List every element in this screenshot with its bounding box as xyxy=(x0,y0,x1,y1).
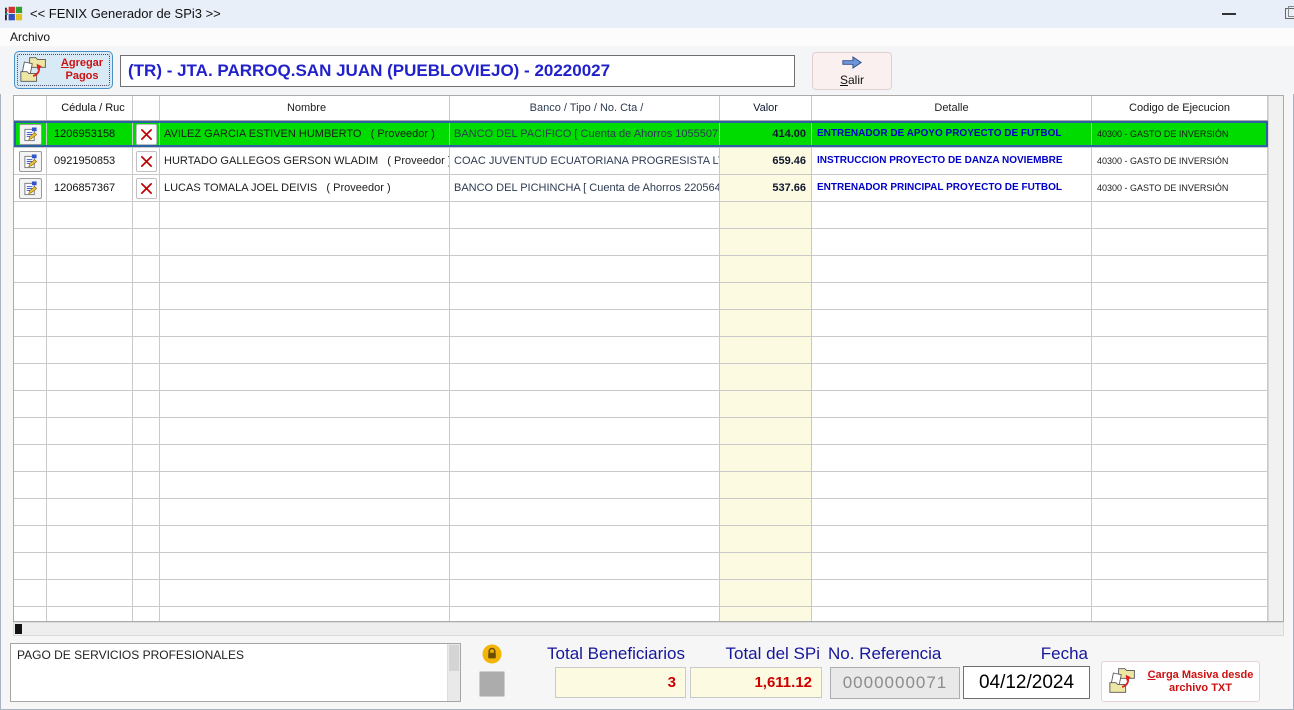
delete-row-button[interactable] xyxy=(136,178,157,199)
edit-row-button[interactable] xyxy=(19,124,42,145)
nombre-cell: HURTADO GALLEGOS GERSON WLADIM ( Proveed… xyxy=(160,148,450,174)
restore-button[interactable] xyxy=(1285,8,1294,19)
folder-stack-icon xyxy=(19,55,49,86)
table-row[interactable]: 1206857367 LUCAS TOMALA JOEL DEIVIS ( Pr… xyxy=(14,175,1268,202)
delete-cell xyxy=(133,121,160,147)
table-row-empty[interactable] xyxy=(14,553,1268,580)
vertical-scrollbar[interactable] xyxy=(1268,96,1283,621)
table-row-empty[interactable] xyxy=(14,472,1268,499)
app-windows-flag-icon xyxy=(5,5,23,23)
footer: PAGO DE SERVICIOS PROFESIONALES Total Be… xyxy=(0,637,1294,710)
header-detalle: Detalle xyxy=(812,96,1092,120)
table-row-empty[interactable] xyxy=(14,310,1268,337)
carga-masiva-button[interactable]: Carga Masiva desde archivo TXT xyxy=(1101,661,1260,702)
table-body: 1206953158 AVILEZ GARCIA ESTIVEN HUMBERT… xyxy=(14,121,1268,622)
minimize-button[interactable] xyxy=(1222,13,1236,15)
table-row-empty[interactable] xyxy=(14,418,1268,445)
cedula-cell: 1206857367 xyxy=(47,175,133,201)
observation-textarea[interactable]: PAGO DE SERVICIOS PROFESIONALES xyxy=(11,644,447,701)
codigo-cell: 40300 - GASTO DE INVERSIÓN xyxy=(1092,121,1268,147)
table-row-empty[interactable] xyxy=(14,445,1268,472)
agregar-pagos-button[interactable]: Agregar Pagos xyxy=(14,51,113,89)
edit-cell xyxy=(14,175,47,201)
table-row-empty[interactable] xyxy=(14,607,1268,622)
total-beneficiarios-field: 3 xyxy=(555,667,686,698)
nombre-cell: LUCAS TOMALA JOEL DEIVIS ( Proveedor ) xyxy=(160,175,450,201)
header-nombre: Nombre xyxy=(160,96,450,120)
observation-box: PAGO DE SERVICIOS PROFESIONALES xyxy=(10,643,461,702)
delete-row-button[interactable] xyxy=(136,151,157,172)
table-row-empty[interactable] xyxy=(14,337,1268,364)
carga-masiva-label: Carga Masiva desde archivo TXT xyxy=(1142,669,1259,695)
table-row-empty[interactable] xyxy=(14,229,1268,256)
total-beneficiarios-label: Total Beneficiarios xyxy=(500,644,685,664)
cedula-cell: 1206953158 xyxy=(47,121,133,147)
referencia-field: 0000000071 xyxy=(830,667,960,699)
table-row-empty[interactable] xyxy=(14,202,1268,229)
table-row-empty[interactable] xyxy=(14,364,1268,391)
exit-arrow-icon xyxy=(841,56,863,72)
menubar: Archivo xyxy=(0,28,1294,46)
detalle-cell: INSTRUCCION PROYECTO DE DANZA NOVIEMBRE xyxy=(812,148,1092,174)
delete-cell xyxy=(133,175,160,201)
edit-cell xyxy=(14,148,47,174)
edit-row-button[interactable] xyxy=(19,151,42,172)
spi-title-field[interactable] xyxy=(120,55,795,87)
detalle-cell: ENTRENADOR PRINCIPAL PROYECTO DE FUTBOL xyxy=(812,175,1092,201)
gray-square-button[interactable] xyxy=(479,671,505,697)
header-valor: Valor xyxy=(720,96,812,120)
header-banco: Banco / Tipo / No. Cta / xyxy=(450,96,720,120)
fecha-label: Fecha xyxy=(950,644,1088,664)
horizontal-scrollbar[interactable] xyxy=(13,622,1284,636)
menu-archivo[interactable]: Archivo xyxy=(10,30,50,44)
salir-label: Salir xyxy=(840,73,864,87)
app-window: << FENIX Generador de SPi3 >> Archivo Ag… xyxy=(0,0,1294,710)
agregar-pagos-label: Agregar Pagos xyxy=(52,57,112,83)
horizontal-scrollbar-thumb[interactable] xyxy=(15,624,22,634)
fecha-field[interactable] xyxy=(963,666,1090,699)
codigo-cell: 40300 - GASTO DE INVERSIÓN xyxy=(1092,148,1268,174)
table-row-empty[interactable] xyxy=(14,256,1268,283)
header-cedula: Cédula / Ruc xyxy=(47,96,133,120)
salir-button[interactable]: Salir xyxy=(812,52,892,90)
delete-cell xyxy=(133,148,160,174)
table-row[interactable]: 0921950853 HURTADO GALLEGOS GERSON WLADI… xyxy=(14,148,1268,175)
table-row-empty[interactable] xyxy=(14,283,1268,310)
titlebar: << FENIX Generador de SPi3 >> xyxy=(0,0,1294,28)
table-row-empty[interactable] xyxy=(14,580,1268,607)
lock-icon xyxy=(482,644,502,664)
toolbar: Agregar Pagos Salir xyxy=(0,46,1294,94)
header-delete-col xyxy=(133,96,160,120)
referencia-label: No. Referencia xyxy=(828,644,941,664)
edit-cell xyxy=(14,121,47,147)
header-edit-col xyxy=(14,96,47,120)
valor-cell: 659.46 xyxy=(720,148,812,174)
total-spi-label: Total del SPi xyxy=(660,644,820,664)
table-header: Cédula / Ruc Nombre Banco / Tipo / No. C… xyxy=(14,96,1283,121)
cedula-cell: 0921950853 xyxy=(47,148,133,174)
header-codigo: Codigo de Ejecucion xyxy=(1092,96,1268,120)
payments-table: Cédula / Ruc Nombre Banco / Tipo / No. C… xyxy=(13,95,1284,622)
banco-cell: BANCO DEL PICHINCHA [ Cuenta de Ahorros … xyxy=(450,175,720,201)
folder-stack-icon xyxy=(1108,666,1138,697)
codigo-cell: 40300 - GASTO DE INVERSIÓN xyxy=(1092,175,1268,201)
total-spi-field: 1,611.12 xyxy=(690,667,822,698)
table-row-empty[interactable] xyxy=(14,526,1268,553)
window-title: << FENIX Generador de SPi3 >> xyxy=(30,6,221,21)
edit-row-button[interactable] xyxy=(19,178,42,199)
table-row[interactable]: 1206953158 AVILEZ GARCIA ESTIVEN HUMBERT… xyxy=(14,121,1268,148)
delete-row-button[interactable] xyxy=(136,124,157,145)
detalle-cell: ENTRENADOR DE APOYO PROYECTO DE FUTBOL xyxy=(812,121,1092,147)
table-row-empty[interactable] xyxy=(14,391,1268,418)
table-row-empty[interactable] xyxy=(14,499,1268,526)
banco-cell: BANCO DEL PACIFICO [ Cuenta de Ahorros 1… xyxy=(450,121,720,147)
nombre-cell: AVILEZ GARCIA ESTIVEN HUMBERTO ( Proveed… xyxy=(160,121,450,147)
valor-cell: 537.66 xyxy=(720,175,812,201)
valor-cell: 414.00 xyxy=(720,121,812,147)
banco-cell: COAC JUVENTUD ECUATORIANA PROGRESISTA LT… xyxy=(450,148,720,174)
observation-scrollbar[interactable] xyxy=(447,644,460,701)
